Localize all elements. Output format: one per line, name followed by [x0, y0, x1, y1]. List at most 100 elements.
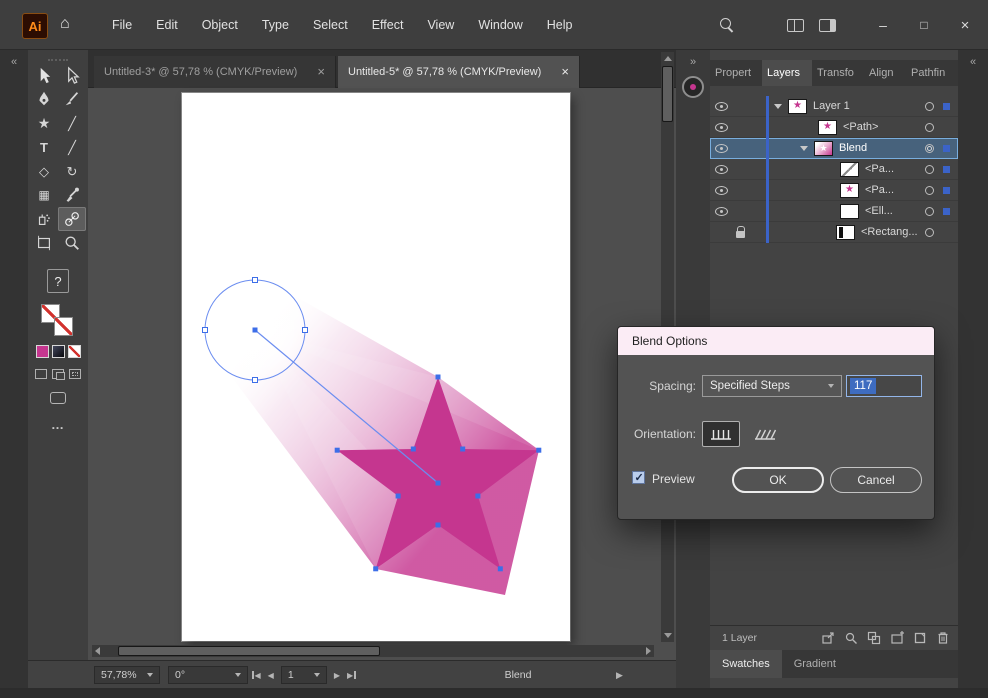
delete-icon[interactable] — [936, 631, 950, 645]
toolbar-overflow-button[interactable]: … — [28, 417, 88, 432]
layer-row-blend[interactable]: Blend — [710, 138, 958, 159]
layer-label[interactable]: Blend — [839, 142, 867, 154]
expand-caret-icon[interactable] — [774, 103, 782, 109]
toolbar-grip[interactable] — [48, 59, 68, 61]
fill-stroke-indicator[interactable] — [41, 304, 75, 337]
color-button[interactable] — [35, 345, 49, 358]
target-circle[interactable] — [925, 206, 934, 216]
tab-layers[interactable]: Layers — [762, 60, 812, 86]
next-artboard-button[interactable]: ▶ — [334, 671, 340, 680]
close-button[interactable]: × — [952, 17, 978, 34]
draw-inside-icon[interactable] — [69, 369, 81, 379]
collapse-toolbar-icon[interactable]: « — [0, 56, 28, 68]
visibility-toggle[interactable] — [710, 164, 732, 174]
layer-thumbnail[interactable] — [840, 203, 859, 219]
new-sublayer-icon[interactable] — [890, 631, 904, 645]
tab-align[interactable]: Align — [864, 60, 906, 86]
expand-caret-icon[interactable] — [800, 145, 808, 151]
orientation-page-button[interactable] — [702, 421, 740, 447]
tool-eraser[interactable]: ◇ — [30, 159, 58, 183]
collapse-dock-icon[interactable]: « — [958, 56, 988, 68]
layer-row-child-path-2[interactable]: <Pa... — [710, 180, 958, 201]
collapsed-panel-icon[interactable] — [682, 76, 704, 98]
clipping-mask-icon[interactable] — [867, 631, 881, 645]
home-icon[interactable]: ⌂ — [60, 15, 70, 33]
target-circle[interactable] — [925, 227, 934, 237]
menu-item-file[interactable]: File — [100, 14, 144, 36]
menu-item-type[interactable]: Type — [250, 14, 301, 36]
lock-toggle[interactable] — [732, 225, 748, 238]
visibility-toggle[interactable] — [710, 122, 732, 132]
locate-object-icon[interactable] — [844, 631, 858, 645]
target-circle[interactable] — [925, 164, 934, 174]
arrange-documents-icon[interactable] — [787, 18, 804, 32]
layer-row-rectangle[interactable]: <Rectang... — [710, 222, 958, 243]
layer-thumbnail[interactable] — [788, 98, 807, 114]
menu-item-edit[interactable]: Edit — [144, 14, 190, 36]
menu-item-help[interactable]: Help — [535, 14, 585, 36]
tool-pen[interactable] — [30, 87, 58, 111]
layer-row-path[interactable]: <Path> — [710, 117, 958, 138]
scroll-right-icon[interactable] — [646, 647, 651, 655]
menu-item-object[interactable]: Object — [190, 14, 250, 36]
menu-item-select[interactable]: Select — [301, 14, 360, 36]
new-layer-icon[interactable] — [913, 631, 927, 645]
tool-selection[interactable] — [30, 63, 58, 87]
tool-direct-selection[interactable] — [58, 63, 86, 87]
expand-dock-icon[interactable]: » — [676, 56, 710, 68]
tool-artboard[interactable] — [30, 231, 58, 255]
document-tab-untitled-3[interactable]: Untitled-3* @ 57,78 % (CMYK/Preview) × — [94, 56, 336, 88]
blend-artwork[interactable] — [182, 93, 570, 641]
layer-thumbnail[interactable] — [840, 182, 859, 198]
layer-label[interactable]: <Path> — [843, 121, 878, 133]
visibility-toggle[interactable] — [710, 101, 732, 111]
collect-export-icon[interactable] — [821, 631, 835, 645]
tool-star-shape[interactable]: ★ — [30, 111, 58, 135]
tool-rotate[interactable]: ↻ — [58, 159, 86, 183]
layer-label[interactable]: <Pa... — [865, 163, 894, 175]
tool-mesh[interactable]: ▦ — [30, 183, 58, 207]
horizontal-scroll-thumb[interactable] — [118, 646, 380, 656]
stroke-color-indicator[interactable] — [54, 317, 73, 336]
tab-close-icon[interactable]: × — [317, 65, 325, 78]
tool-paintbrush[interactable] — [58, 87, 86, 111]
visibility-toggle[interactable] — [710, 185, 732, 195]
dialog-title[interactable]: Blend Options — [618, 327, 934, 355]
preview-checkbox[interactable] — [632, 471, 645, 484]
tool-zoom[interactable] — [58, 231, 86, 255]
scroll-up-icon[interactable] — [663, 56, 672, 61]
rotation-select[interactable]: 0° — [168, 666, 248, 684]
tab-swatches[interactable]: Swatches — [710, 650, 782, 678]
none-button[interactable] — [67, 345, 81, 358]
tool-pencil[interactable]: ╱ — [58, 111, 86, 135]
tool-eyedropper[interactable] — [58, 183, 86, 207]
tool-blend[interactable] — [58, 207, 86, 231]
screen-mode-button[interactable] — [50, 392, 66, 404]
document-tab-untitled-5[interactable]: Untitled-5* @ 57,78 % (CMYK/Preview) × — [338, 56, 580, 88]
target-circle[interactable] — [925, 101, 934, 111]
vertical-scroll-thumb[interactable] — [662, 66, 673, 122]
layer-label[interactable]: <Pa... — [865, 184, 894, 196]
layer-thumbnail[interactable] — [814, 140, 833, 156]
layer-thumbnail[interactable] — [818, 119, 837, 135]
search-icon[interactable] — [720, 17, 735, 33]
tab-transform[interactable]: Transfo — [812, 60, 864, 86]
horizontal-scrollbar[interactable] — [92, 645, 654, 657]
cancel-button[interactable]: Cancel — [830, 467, 922, 493]
menu-item-window[interactable]: Window — [466, 14, 534, 36]
tool-line-segment[interactable]: ╱ — [58, 135, 86, 159]
zoom-select[interactable]: 57,78% — [94, 666, 160, 684]
tab-close-icon[interactable]: × — [561, 65, 569, 78]
first-artboard-button[interactable]: ◀ — [252, 671, 261, 680]
layer-row-layer1[interactable]: Layer 1 — [710, 96, 958, 117]
app-logo[interactable]: Ai — [22, 13, 48, 39]
layer-label[interactable]: <Ell... — [865, 205, 893, 217]
layer-label[interactable]: Layer 1 — [813, 100, 850, 112]
tool-type[interactable]: T — [30, 135, 58, 159]
layer-thumbnail[interactable] — [840, 161, 859, 177]
tool-symbol-sprayer[interactable] — [30, 207, 58, 231]
artboard-number-select[interactable]: 1 — [280, 666, 327, 684]
layer-row-ellipse[interactable]: <Ell... — [710, 201, 958, 222]
gradient-button[interactable] — [51, 345, 65, 358]
menu-item-effect[interactable]: Effect — [360, 14, 416, 36]
